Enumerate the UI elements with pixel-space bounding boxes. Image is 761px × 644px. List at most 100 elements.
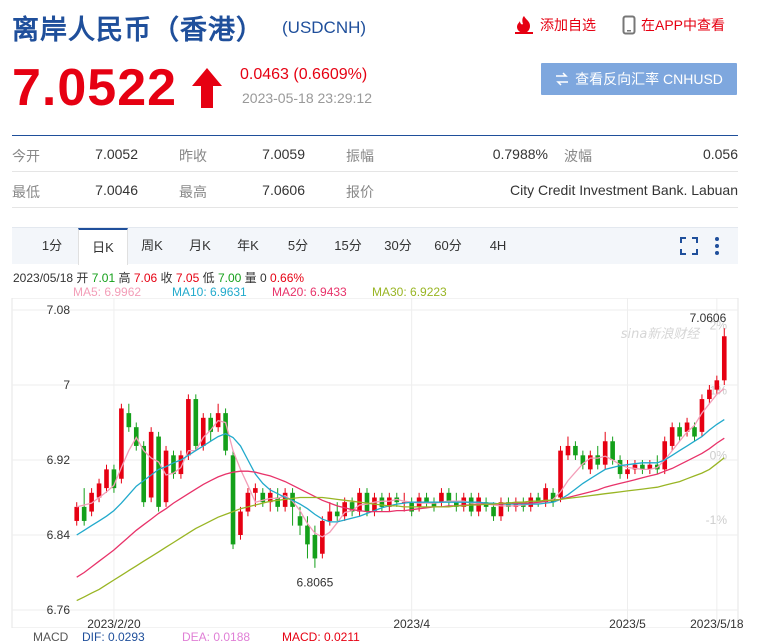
stat-label: 今开 <box>12 148 40 164</box>
info-low-label: 低 <box>202 271 215 285</box>
stats-row-1: 今开 7.0052 昨收 7.0059 振幅 0.7988% 波幅 0.056 <box>12 137 738 171</box>
stat-label: 报价 <box>346 184 374 200</box>
y-tick-label: 6.84 <box>47 528 71 542</box>
candle-body <box>692 427 697 437</box>
y-tick-label: 6.76 <box>47 603 71 617</box>
tab-daily[interactable]: 日K <box>78 228 128 265</box>
macd-title: MACD <box>33 630 69 644</box>
candle-body <box>602 441 608 465</box>
ma5-legend: MA5: 6.9962 <box>73 285 142 299</box>
stat-value: 7.0606 <box>262 182 305 198</box>
tab-4h[interactable]: 4H <box>476 228 520 264</box>
open-in-app-label: 在APP中查看 <box>641 17 726 33</box>
tab-15min[interactable]: 15分 <box>326 228 370 264</box>
candle-body <box>669 427 675 446</box>
price-annotation: 7.0606 <box>690 311 727 325</box>
info-volume-label: 量 <box>244 271 257 285</box>
info-volume-value: 0 <box>260 271 267 285</box>
candle-body <box>148 431 154 498</box>
tab-60min[interactable]: 60分 <box>426 228 470 264</box>
candle-body <box>200 417 206 446</box>
x-tick-label: 2023/5/18 <box>690 617 744 628</box>
x-tick-label: 2023/5 <box>609 617 646 628</box>
candle-body <box>617 460 623 475</box>
tab-yearly[interactable]: 年K <box>226 228 270 264</box>
ma30-legend: MA30: 6.9223 <box>372 285 447 299</box>
open-in-app-link[interactable]: 在APP中查看 <box>622 15 725 35</box>
tab-monthly[interactable]: 月K <box>178 228 222 264</box>
tab-5min[interactable]: 5分 <box>276 228 320 264</box>
tab-30min[interactable]: 30分 <box>376 228 420 264</box>
candle-body <box>528 497 534 507</box>
price-change: 0.0463 (0.6609%) <box>240 66 368 83</box>
more-icon[interactable] <box>713 236 721 256</box>
fire-icon <box>515 16 533 34</box>
period-tabs: 1分 日K 周K 月K 年K 5分 15分 30分 60分 4H <box>12 227 738 265</box>
candle-body <box>305 525 310 545</box>
ohlc-info-line: 2023/05/18 开 7.01 高 7.06 收 7.05 低 7.00 量… <box>13 269 304 286</box>
candle-body <box>163 450 169 503</box>
watermark: sina新浪财经 <box>621 326 702 342</box>
candle-body <box>297 516 303 526</box>
candle-body <box>186 399 191 456</box>
candle-body <box>74 506 80 521</box>
stat-value: 7.0046 <box>95 182 138 198</box>
candlestick-chart: 7.0876.926.846.762%1%0%-1%2023/2/20 2023/… <box>11 298 744 628</box>
candle-body <box>253 488 258 493</box>
stats-bottom-rule <box>12 207 738 208</box>
price-annotation: 6.8065 <box>297 575 334 589</box>
stat-label: 振幅 <box>346 148 374 164</box>
stat-label: 波幅 <box>564 148 592 164</box>
candle-body <box>334 511 340 517</box>
stats-top-rule <box>12 135 738 136</box>
page-title: 离岸人民币（香港） <box>12 15 264 46</box>
macd-value: MACD: 0.0211 <box>282 630 360 644</box>
candle-body <box>156 436 161 507</box>
candle-body <box>193 399 199 446</box>
info-close-label: 收 <box>160 271 173 285</box>
candle-body <box>439 492 444 503</box>
candle-body <box>625 469 630 475</box>
candle-body <box>141 445 147 503</box>
ma10-legend: MA10: 6.9631 <box>172 285 247 299</box>
stat-value: 7.0052 <box>95 146 138 162</box>
swap-icon <box>556 72 569 86</box>
candle-body <box>587 455 593 470</box>
reverse-rate-button[interactable]: 查看反向汇率 CNHUSD <box>541 63 737 95</box>
pct-tick-label: 0% <box>710 448 728 462</box>
tab-weekly[interactable]: 周K <box>130 228 174 264</box>
y-tick-label: 7 <box>63 378 70 392</box>
up-arrow-icon <box>192 68 222 108</box>
stat-value: 0.056 <box>702 146 738 162</box>
candle-body <box>662 441 668 470</box>
fullscreen-icon[interactable] <box>680 237 698 255</box>
macd-dif: DIF: 0.0293 <box>82 630 145 644</box>
info-high-label: 高 <box>118 271 131 285</box>
x-tick-label: 2023/2/20 <box>87 617 141 628</box>
candle-body <box>327 511 333 521</box>
macd-dea: DEA: 0.0188 <box>182 630 251 644</box>
stat-label: 最高 <box>179 184 207 200</box>
info-pct: 0.66% <box>270 271 305 285</box>
ma20-legend: MA20: 6.9433 <box>272 285 347 299</box>
candle-body <box>565 445 571 456</box>
stats-row-2: 最低 7.0046 最高 7.0606 报价 City Credit Inves… <box>12 173 738 207</box>
stat-value: City Credit Investment Bank. Labuan <box>509 182 738 198</box>
candle-body <box>610 441 615 460</box>
quote-time: 2023-05-18 23:29:12 <box>242 90 372 106</box>
x-tick-label: 2023/4 <box>393 617 430 628</box>
info-open-value: 7.01 <box>91 271 116 285</box>
candle-body <box>126 413 132 428</box>
stats-divider <box>12 171 738 172</box>
stat-value: 0.7988% <box>492 146 548 162</box>
y-tick-label: 7.08 <box>47 303 71 317</box>
candle-body <box>595 455 601 465</box>
candle-body <box>96 483 102 498</box>
candle-body <box>424 497 429 503</box>
tab-1min[interactable]: 1分 <box>30 228 74 264</box>
candle-body <box>230 455 236 545</box>
add-watchlist-link[interactable]: 添加自选 <box>513 15 596 35</box>
candle-body <box>491 506 496 517</box>
reverse-rate-label: 查看反向汇率 CNHUSD <box>575 71 723 87</box>
info-low-value: 7.00 <box>217 271 242 285</box>
